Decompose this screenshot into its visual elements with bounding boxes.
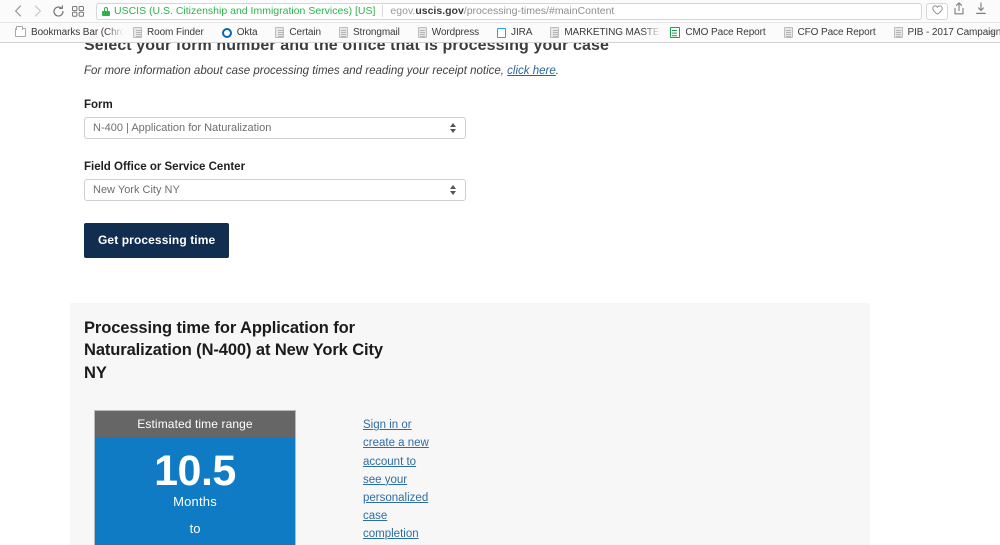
address-divider (382, 5, 383, 17)
chevron-left-icon (14, 5, 22, 17)
bookmark-label: JIRA (511, 27, 532, 38)
intro-text-after: . (556, 65, 559, 77)
browser-chrome: USCIS (U.S. Citizenship and Immigration … (0, 0, 1000, 43)
add-favorite-button[interactable] (926, 3, 948, 20)
intro-text-before: For more information about case processi… (84, 65, 507, 77)
page-icon (784, 27, 793, 38)
bookmark-label: PIB - 2017 Campaigns (908, 27, 1000, 38)
page-icon (550, 27, 559, 38)
bookmark-marketing-master[interactable]: MARKETING MASTER (541, 24, 661, 42)
bookmark-okta[interactable]: Okta (213, 24, 267, 42)
bookmark-jira[interactable]: JIRA (488, 24, 541, 42)
form-select-value: N-400 | Application for Naturalization (93, 122, 448, 134)
okta-ring-icon (222, 28, 232, 38)
site-identity-label: USCIS (U.S. Citizenship and Immigration … (114, 5, 382, 17)
reload-icon (52, 5, 65, 18)
office-field-label: Field Office or Service Center (84, 161, 1000, 173)
bookmark-bookmarks-bar-folder[interactable]: Bookmarks Bar (Chro (6, 24, 124, 42)
estimated-time-card: Estimated time range 10.5 Months to 17.5… (94, 410, 296, 545)
bookmark-cfo-pace-report[interactable]: CFO Pace Report (775, 24, 885, 42)
jira-icon (497, 28, 506, 38)
click-here-link[interactable]: click here (507, 65, 556, 77)
estimated-time-card-body: 10.5 Months to 17.5 Months (95, 438, 295, 545)
bookmark-certain[interactable]: Certain (266, 24, 330, 42)
spreadsheet-icon (670, 27, 680, 38)
bookmark-cmo-pace-report[interactable]: CMO Pace Report (661, 24, 774, 42)
sign-in-link-line-1[interactable]: Sign in or create a new (363, 416, 436, 452)
bookmark-label: CMO Pace Report (685, 27, 765, 38)
page-title: Select your form number and the office t… (84, 43, 1000, 55)
forward-button[interactable] (28, 2, 48, 20)
page-icon (133, 27, 142, 38)
heart-icon (932, 2, 943, 20)
bookmark-pib-2017-campaigns[interactable]: PIB - 2017 Campaigns (885, 24, 1000, 42)
page-viewport: Select your form number and the office t… (0, 43, 1000, 545)
download-icon (975, 2, 987, 20)
sign-in-link-block: Sign in or create a new account to see y… (296, 410, 436, 545)
lock-icon (102, 7, 110, 16)
url-text: egov.uscis.gov/processing-times/#mainCon… (390, 5, 614, 17)
page-icon (275, 27, 284, 38)
office-select-value: New York City NY (93, 184, 448, 196)
result-body: Estimated time range 10.5 Months to 17.5… (70, 384, 870, 545)
form-select[interactable]: N-400 | Application for Naturalization (84, 117, 466, 139)
bookmark-label: Strongmail (353, 27, 400, 38)
range-separator: to (95, 521, 295, 536)
back-button[interactable] (8, 2, 28, 20)
bookmark-label: CFO Pace Report (798, 27, 876, 38)
bookmarks-bar: Bookmarks Bar (Chro Room Finder Okta Cer… (0, 22, 1000, 42)
chevron-right-icon (34, 5, 42, 17)
bookmark-room-finder[interactable]: Room Finder (124, 24, 213, 42)
get-processing-time-button[interactable]: Get processing time (84, 223, 229, 258)
estimated-time-card-header: Estimated time range (95, 411, 295, 438)
tabs-overview-button[interactable] (68, 2, 88, 20)
bookmark-label: MARKETING MASTER (564, 27, 661, 38)
office-select[interactable]: New York City NY (84, 179, 466, 201)
url-prefix: egov. (390, 5, 415, 17)
url-domain: uscis.gov (415, 5, 463, 17)
sign-in-link-line-4[interactable]: completion time (363, 525, 436, 545)
share-button[interactable] (948, 2, 970, 20)
bookmarks-overflow-button[interactable]: » (988, 27, 994, 38)
low-estimate-unit: Months (95, 494, 295, 509)
office-field-group: Field Office or Service Center New York … (84, 161, 1000, 201)
low-estimate-value: 10.5 (95, 450, 295, 492)
page-icon (418, 27, 427, 38)
download-button[interactable] (970, 2, 992, 20)
page-icon (894, 27, 903, 38)
bookmark-label: Wordpress (432, 27, 479, 38)
bookmark-wordpress[interactable]: Wordpress (409, 24, 488, 42)
address-bar[interactable]: USCIS (U.S. Citizenship and Immigration … (96, 3, 922, 20)
sign-in-link-line-2[interactable]: account to see your (363, 453, 436, 489)
url-path: /processing-times/#mainContent (464, 5, 615, 17)
bookmark-label: Bookmarks Bar (Chro (31, 27, 124, 38)
tab-grid-icon (72, 6, 84, 17)
bookmark-label: Room Finder (147, 27, 204, 38)
results-panel: Processing time for Application for Natu… (70, 303, 870, 545)
select-stepper-icon (448, 121, 457, 135)
bookmark-label: Certain (289, 27, 321, 38)
bookmark-strongmail[interactable]: Strongmail (330, 24, 409, 42)
intro-text: For more information about case processi… (84, 65, 1000, 77)
sign-in-link-line-3[interactable]: personalized case (363, 489, 436, 525)
reload-button[interactable] (48, 2, 68, 20)
select-stepper-icon (448, 183, 457, 197)
folder-icon (15, 28, 26, 37)
form-field-group: Form N-400 | Application for Naturalizat… (84, 99, 1000, 139)
page-icon (339, 27, 348, 38)
share-upload-icon (953, 2, 965, 20)
browser-toolbar: USCIS (U.S. Citizenship and Immigration … (0, 0, 1000, 22)
bookmark-label: Okta (237, 27, 258, 38)
result-title: Processing time for Application for Natu… (70, 303, 390, 384)
form-field-label: Form (84, 99, 1000, 111)
